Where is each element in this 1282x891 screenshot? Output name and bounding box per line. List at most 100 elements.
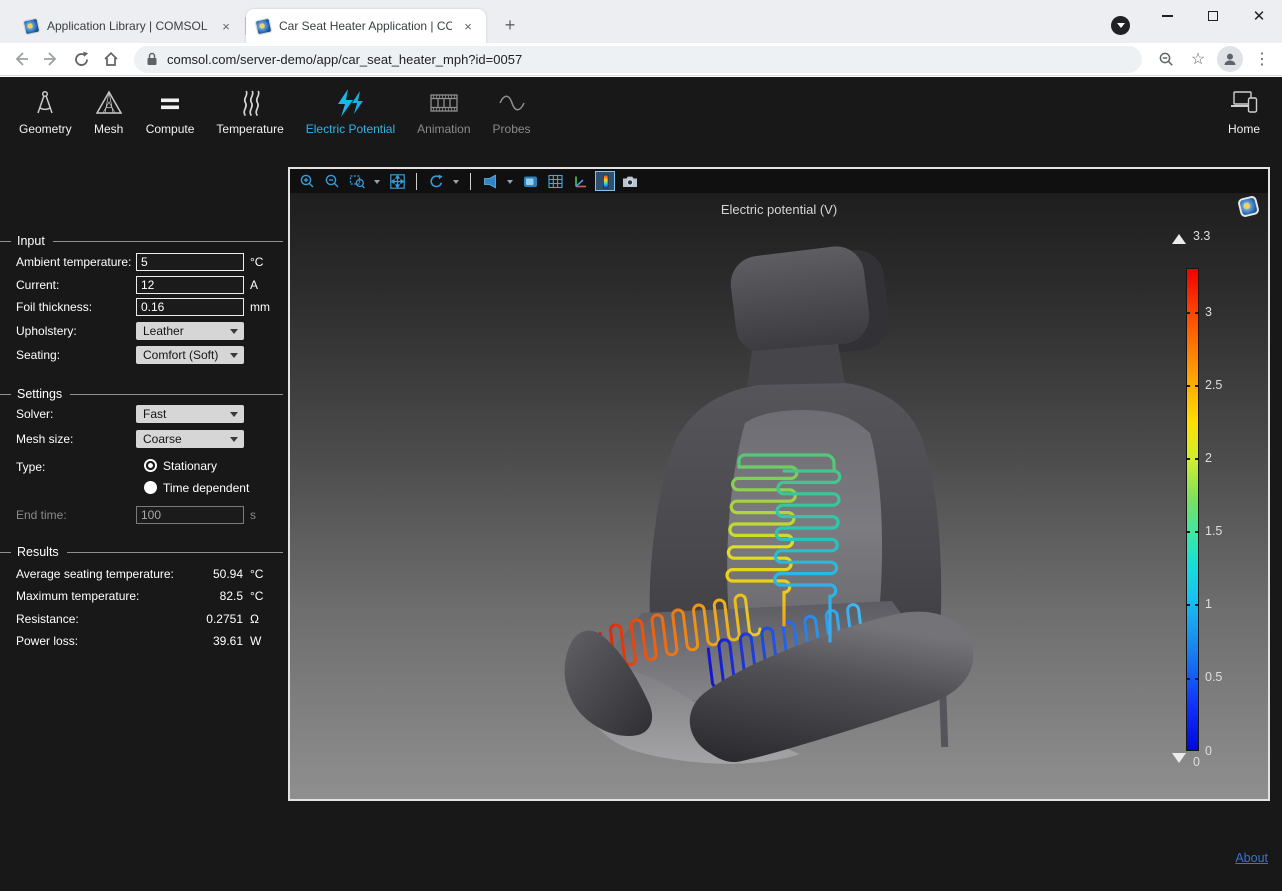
snapshot-camera-button[interactable] bbox=[620, 171, 640, 191]
toolbar-separator bbox=[416, 173, 417, 190]
window-maximize-button[interactable] bbox=[1190, 0, 1236, 32]
upholstery-dropdown[interactable]: Leather bbox=[136, 322, 244, 340]
zoom-box-button[interactable] bbox=[347, 171, 367, 191]
solver-dropdown[interactable]: Fast bbox=[136, 405, 244, 423]
axes-button[interactable] bbox=[570, 171, 590, 191]
home-button[interactable] bbox=[96, 45, 126, 73]
view-menu-caret[interactable] bbox=[505, 171, 515, 191]
app-ribbon: Geometry Mesh Compute Temperature bbox=[0, 77, 1282, 153]
bookmark-star-icon[interactable]: ☆ bbox=[1182, 45, 1214, 73]
browser-chrome: Application Library | COMSOL Se × Car Se… bbox=[0, 0, 1282, 77]
profile-avatar[interactable] bbox=[1214, 45, 1246, 73]
tab-title: Car Seat Heater Application | CO bbox=[279, 19, 452, 33]
result-row-resistance: Resistance: 0.2751 Ω bbox=[0, 610, 288, 630]
grid-button[interactable] bbox=[545, 171, 565, 191]
mesh-icon bbox=[94, 85, 124, 121]
electric-potential-icon bbox=[334, 85, 366, 121]
min-arrow-icon bbox=[1172, 753, 1186, 770]
geometry-button[interactable]: Geometry bbox=[8, 85, 83, 153]
graphics-panel: Electric potential (V) bbox=[288, 167, 1270, 801]
compute-icon bbox=[155, 85, 185, 121]
legend-colorbar bbox=[1186, 268, 1199, 751]
legend-tick: 0.5 bbox=[1205, 670, 1222, 684]
stationary-radio[interactable] bbox=[144, 459, 157, 472]
electric-potential-button[interactable]: Electric Potential bbox=[295, 85, 406, 153]
animation-button[interactable]: Animation bbox=[406, 85, 481, 153]
end-time-row: End time: s bbox=[0, 506, 288, 526]
chevron-down-icon bbox=[230, 437, 238, 446]
zoom-extents-button[interactable] bbox=[387, 171, 407, 191]
solver-row: Solver: Fast bbox=[0, 405, 288, 425]
legend-min: 0 bbox=[1172, 753, 1200, 770]
back-button[interactable] bbox=[6, 45, 36, 73]
window-close-button[interactable]: ✕ bbox=[1236, 0, 1282, 32]
probes-icon bbox=[497, 85, 527, 121]
tab-close-icon[interactable]: × bbox=[460, 18, 476, 34]
tab-title: Application Library | COMSOL Se bbox=[47, 19, 210, 33]
result-row-average-temperature: Average seating temperature: 50.94 °C bbox=[0, 565, 288, 585]
new-tab-button[interactable]: + bbox=[497, 12, 523, 38]
comsol-favicon bbox=[23, 17, 41, 35]
comsol-favicon bbox=[255, 17, 273, 35]
current-field[interactable] bbox=[136, 276, 244, 294]
color-legend-button[interactable] bbox=[595, 171, 615, 191]
tab-application-library[interactable]: Application Library | COMSOL Se × bbox=[14, 9, 244, 43]
legend-tick: 1.5 bbox=[1205, 524, 1222, 538]
upholstery-row: Upholstery: Leather bbox=[0, 322, 288, 342]
mesh-button[interactable]: Mesh bbox=[83, 85, 135, 153]
current-row: Current: A bbox=[0, 276, 288, 296]
chevron-down-icon bbox=[230, 412, 238, 421]
legend-tick: 2.5 bbox=[1205, 378, 1222, 392]
probes-button[interactable]: Probes bbox=[482, 85, 542, 153]
zoom-box-menu-caret[interactable] bbox=[372, 171, 382, 191]
compute-button[interactable]: Compute bbox=[135, 85, 206, 153]
tab-strip: Application Library | COMSOL Se × Car Se… bbox=[0, 0, 1282, 43]
legend-tick: 2 bbox=[1205, 451, 1212, 465]
rotate-menu-caret[interactable] bbox=[451, 171, 461, 191]
ambient-temperature-field[interactable] bbox=[136, 253, 244, 271]
view-button[interactable] bbox=[480, 171, 500, 191]
temperature-button[interactable]: Temperature bbox=[205, 85, 294, 153]
tab-close-icon[interactable]: × bbox=[218, 18, 234, 34]
seating-dropdown[interactable]: Comfort (Soft) bbox=[136, 346, 244, 364]
rotate-view-button[interactable] bbox=[426, 171, 446, 191]
zoom-out-button[interactable] bbox=[322, 171, 342, 191]
foil-thickness-row: Foil thickness: mm bbox=[0, 298, 288, 318]
browser-update-icon[interactable] bbox=[1111, 16, 1130, 35]
temperature-icon bbox=[235, 85, 265, 121]
reload-button[interactable] bbox=[66, 45, 96, 73]
end-time-field bbox=[136, 506, 244, 524]
time-dependent-radio[interactable] bbox=[144, 481, 157, 494]
mesh-size-row: Mesh size: Coarse bbox=[0, 430, 288, 450]
tab-car-seat-heater[interactable]: Car Seat Heater Application | CO × bbox=[246, 9, 486, 43]
car-seat-3d-model bbox=[290, 193, 1268, 799]
browser-menu-icon[interactable]: ⋮ bbox=[1246, 45, 1278, 73]
ambient-temperature-row: Ambient temperature: °C bbox=[0, 253, 288, 273]
animation-icon bbox=[428, 85, 460, 121]
chevron-down-icon bbox=[230, 329, 238, 338]
parameters-sidebar: Input Ambient temperature: °C Current: A… bbox=[0, 153, 288, 891]
about-link[interactable]: About bbox=[1235, 851, 1268, 865]
result-row-power-loss: Power loss: 39.61 W bbox=[0, 632, 288, 652]
mesh-size-dropdown[interactable]: Coarse bbox=[136, 430, 244, 448]
zoom-in-button[interactable] bbox=[297, 171, 317, 191]
window-minimize-button[interactable] bbox=[1144, 0, 1190, 32]
legend-tick: 0 bbox=[1205, 744, 1212, 758]
geometry-icon bbox=[30, 85, 60, 121]
app-home-button[interactable]: Home bbox=[1216, 85, 1272, 136]
type-row-stationary: Type: Stationary bbox=[0, 458, 288, 478]
foil-thickness-field[interactable] bbox=[136, 298, 244, 316]
result-row-maximum-temperature: Maximum temperature: 82.5 °C bbox=[0, 587, 288, 607]
forward-button[interactable] bbox=[36, 45, 66, 73]
graphics-toolbar bbox=[290, 169, 1268, 193]
legend-tick: 3 bbox=[1205, 305, 1212, 319]
scene-light-button[interactable] bbox=[520, 171, 540, 191]
omnibox[interactable]: comsol.com/server-demo/app/car_seat_heat… bbox=[134, 46, 1142, 73]
max-arrow-icon bbox=[1172, 227, 1186, 244]
address-bar: comsol.com/server-demo/app/car_seat_heat… bbox=[0, 43, 1282, 76]
lock-icon bbox=[146, 52, 158, 66]
plot-canvas[interactable]: Electric potential (V) bbox=[290, 193, 1268, 799]
settings-section-header: Settings bbox=[0, 387, 283, 401]
zoom-page-icon[interactable] bbox=[1150, 45, 1182, 73]
toolbar-separator bbox=[470, 173, 471, 190]
